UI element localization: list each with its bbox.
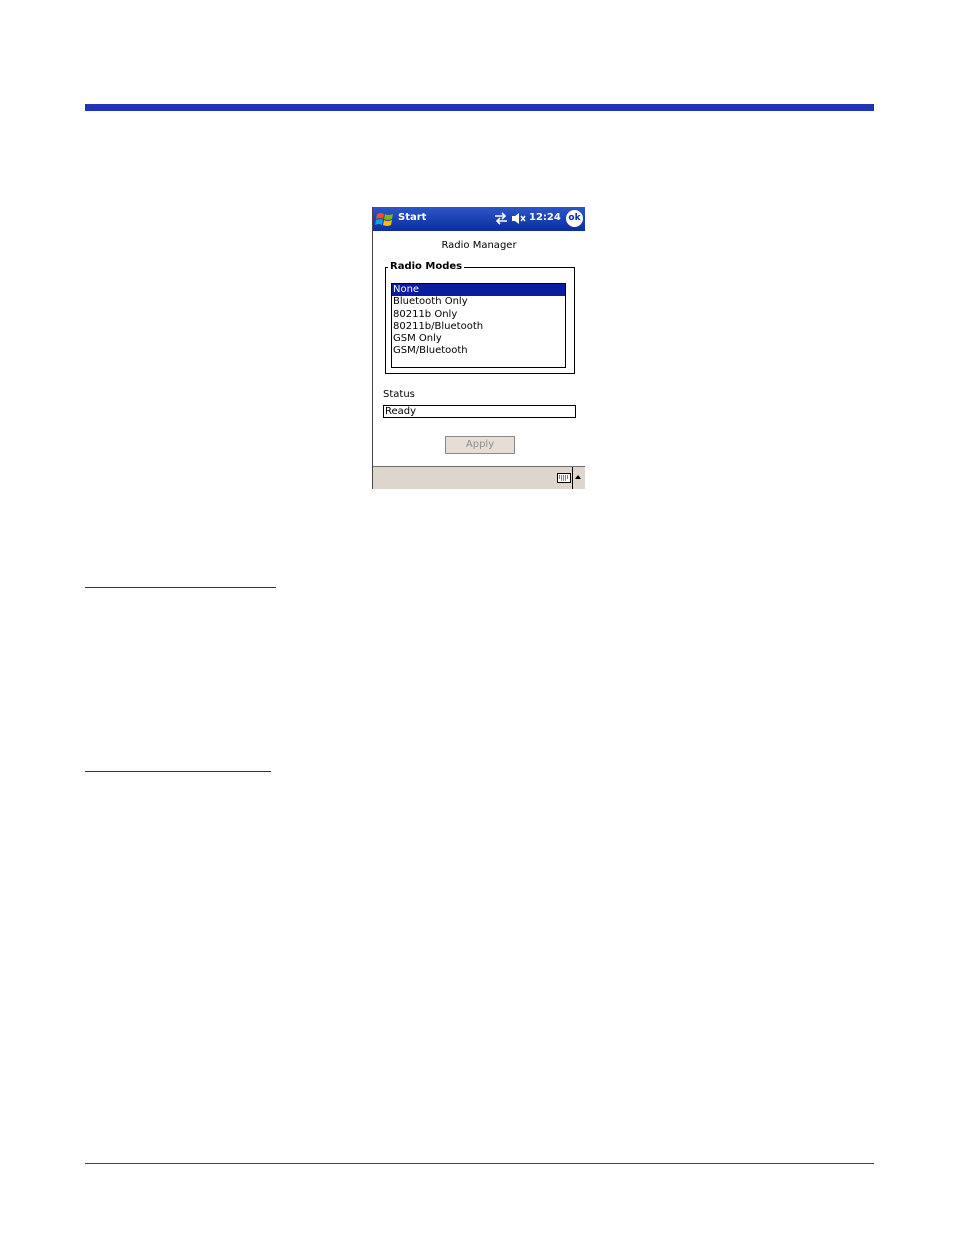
footer-rule bbox=[85, 1163, 874, 1164]
ok-button[interactable]: ok bbox=[566, 210, 583, 227]
list-item-bluetooth-only[interactable]: Bluetooth Only bbox=[392, 296, 565, 308]
menu-divider bbox=[572, 467, 573, 489]
header-rule bbox=[85, 104, 874, 111]
list-item-gsm-only[interactable]: GSM Only bbox=[392, 333, 565, 345]
start-button[interactable]: Start bbox=[398, 212, 426, 223]
connectivity-icon[interactable] bbox=[494, 212, 508, 225]
keyboard-icon[interactable] bbox=[557, 473, 571, 483]
volume-muted-icon[interactable] bbox=[511, 212, 526, 225]
section-rule-1 bbox=[85, 587, 276, 588]
clock[interactable]: 12:24 bbox=[529, 212, 561, 223]
status-field: Ready bbox=[383, 405, 576, 418]
list-item-none[interactable]: None bbox=[392, 284, 565, 297]
apply-button[interactable]: Apply bbox=[445, 436, 515, 454]
menu-bar bbox=[373, 466, 585, 489]
section-rule-2 bbox=[85, 771, 271, 772]
title-bar: Start 12:24 ok bbox=[373, 207, 585, 231]
status-label: Status bbox=[383, 389, 415, 400]
sip-up-arrow-icon[interactable] bbox=[575, 475, 581, 479]
radio-modes-list[interactable]: None Bluetooth Only 80211b Only 80211b/B… bbox=[391, 283, 566, 368]
list-item-gsm-bluetooth[interactable]: GSM/Bluetooth bbox=[392, 345, 565, 357]
list-item-80211b-only[interactable]: 80211b Only bbox=[392, 309, 565, 321]
radio-modes-legend: Radio Modes bbox=[388, 261, 465, 272]
windows-flag-icon[interactable] bbox=[375, 209, 395, 229]
list-item-80211b-bluetooth[interactable]: 80211b/Bluetooth bbox=[392, 321, 565, 333]
pocket-pc-screen: Start 12:24 ok Radio Manager Radio Modes… bbox=[372, 207, 585, 489]
app-title: Radio Manager bbox=[441, 240, 517, 251]
